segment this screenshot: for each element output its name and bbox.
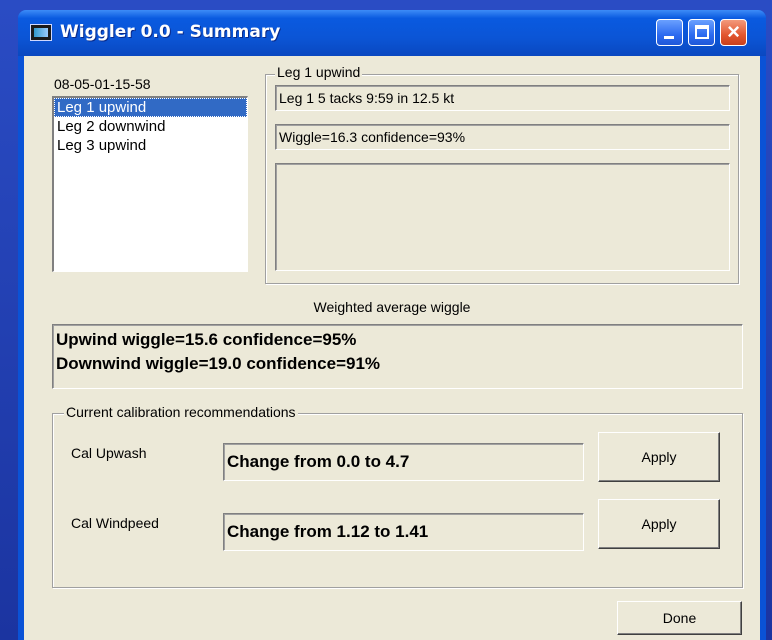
- window-title: Wiggler 0.0 - Summary: [60, 22, 281, 42]
- minimize-icon: [664, 36, 674, 39]
- leg-list-item[interactable]: Leg 3 upwind: [54, 136, 247, 155]
- cal-windspeed-value: Change from 1.12 to 1.41: [223, 513, 584, 551]
- cal-upwash-value: Change from 0.0 to 4.7: [223, 443, 584, 481]
- dialog-client-area: 08-05-01-15-58 Leg 1 upwind Leg 2 downwi…: [24, 56, 760, 640]
- apply-upwash-button[interactable]: Apply: [598, 432, 720, 482]
- leg-list-item[interactable]: Leg 2 downwind: [54, 117, 247, 136]
- cal-windspeed-label: Cal Windpeed: [71, 515, 159, 531]
- upwind-wiggle-text: Upwind wiggle=15.6 confidence=95%: [56, 330, 357, 349]
- apply-windspeed-button[interactable]: Apply: [598, 499, 720, 549]
- minimize-button[interactable]: [656, 19, 683, 46]
- maximize-icon: [695, 25, 709, 39]
- cal-upwash-label: Cal Upwash: [71, 445, 147, 461]
- done-button[interactable]: Done: [617, 601, 742, 635]
- calibration-group-title: Current calibration recommendations: [64, 404, 298, 420]
- maximize-button[interactable]: [688, 19, 715, 46]
- leg-summary-field: Leg 1 5 tacks 9:59 in 12.5 kt: [275, 85, 730, 111]
- leg-wiggle-field: Wiggle=16.3 confidence=93%: [275, 124, 730, 150]
- weighted-average-heading: Weighted average wiggle: [313, 299, 471, 315]
- downwind-wiggle-text: Downwind wiggle=19.0 confidence=91%: [56, 354, 381, 373]
- close-button[interactable]: ×: [720, 19, 747, 46]
- leg-detail-group-title: Leg 1 upwind: [275, 64, 363, 80]
- title-bar[interactable]: Wiggler 0.0 - Summary ×: [18, 10, 766, 56]
- app-icon: [30, 24, 52, 41]
- summary-window: Wiggler 0.0 - Summary × 08-05-01-15-58 L…: [18, 10, 766, 640]
- close-icon: ×: [727, 19, 740, 44]
- leg-notes-field: [275, 163, 730, 271]
- weighted-average-box: Upwind wiggle=15.6 confidence=95% Downwi…: [52, 324, 743, 389]
- leg-list-item[interactable]: Leg 1 upwind: [54, 98, 247, 117]
- session-id-label: 08-05-01-15-58: [54, 76, 151, 92]
- leg-listbox[interactable]: Leg 1 upwind Leg 2 downwind Leg 3 upwind: [52, 96, 248, 272]
